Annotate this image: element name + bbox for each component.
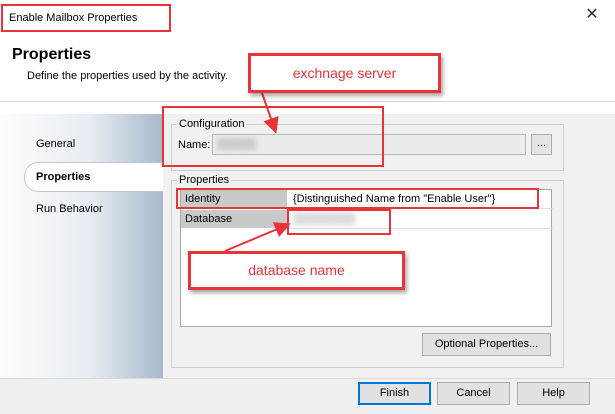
sidebar-item-run-behavior[interactable]: Run Behavior [36,203,103,215]
callout-exchange-server: exchnage server [248,53,441,93]
sidebar: General Properties Run Behavior [0,114,164,378]
cancel-button[interactable]: Cancel [437,382,510,405]
finish-button[interactable]: Finish [358,382,431,405]
callout-database-name: database name [188,251,405,290]
sidebar-item-properties[interactable]: Properties [36,171,90,183]
property-name-database[interactable]: Database [181,210,287,229]
sidebar-item-general[interactable]: General [36,138,75,150]
properties-group-label: Properties [177,174,232,186]
help-button[interactable]: Help [517,382,590,405]
annotation-database-box [287,209,391,235]
annotation-config-box [162,106,384,167]
optional-properties-button[interactable]: Optional Properties... [422,333,551,356]
annotation-identity-box [176,188,539,209]
annotation-title-box [1,4,171,32]
page-subtitle: Define the properties used by the activi… [27,70,228,82]
page-title: Properties [12,46,92,63]
browse-button[interactable]: ... [531,134,552,155]
close-icon[interactable]: ✕ [583,6,601,24]
